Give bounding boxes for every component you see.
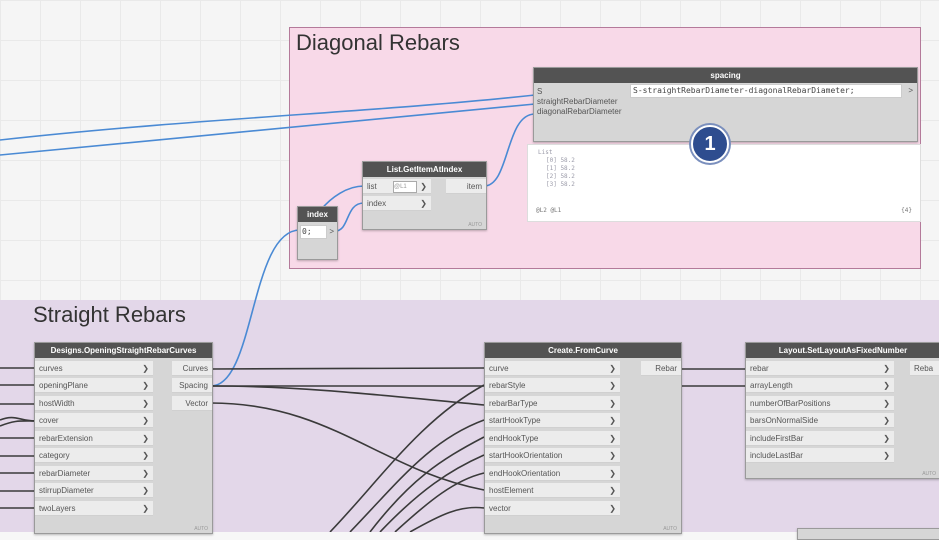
layout-input-include-first-bar[interactable]: includeFirstBar ❯	[746, 431, 894, 446]
get-item-list-label: list	[367, 182, 377, 191]
node-spacing[interactable]: spacing S straightRebarDiameter diagonal…	[533, 67, 918, 142]
preview-item-1: [1] 58.2	[546, 165, 575, 172]
node-partial-bottom[interactable]	[797, 528, 939, 540]
layout-input-include-last-bar[interactable]: includeLastBar ❯	[746, 448, 894, 463]
preview-levels: @L2 @L1	[536, 207, 562, 214]
node-spacing-title: spacing	[534, 68, 917, 83]
spacing-input-diagonal[interactable]: diagonalRebarDiameter	[537, 104, 622, 119]
wire-to-spacing-straight	[0, 103, 536, 156]
chevron-right-icon: ❯	[883, 451, 890, 460]
get-item-input-index[interactable]: index ❯	[363, 196, 431, 211]
index-code-editor[interactable]: 0;	[300, 225, 327, 239]
chevron-right-icon: ❯	[142, 469, 149, 478]
node-set-layout-fixed-number[interactable]: Layout.SetLayoutAsFixedNumber rebar ❯ arr…	[745, 342, 939, 479]
get-item-title: List.GetItemAtIndex	[363, 162, 486, 177]
chevron-right-icon: ❯	[420, 199, 427, 208]
from-curve-output-rebar[interactable]: Rebar	[641, 361, 681, 376]
from-curve-footer: AUTO	[663, 526, 677, 532]
layout-input-rebar[interactable]: rebar ❯	[746, 361, 894, 376]
chevron-right-icon: ❯	[609, 504, 616, 513]
spacing-output-arrow[interactable]: >	[908, 83, 913, 98]
chevron-right-icon: ❯	[609, 381, 616, 390]
curves-node-title: Designs.OpeningStraightRebarCurves	[35, 343, 212, 358]
step-badge: 1	[691, 125, 729, 163]
curves-output-spacing[interactable]: Spacing	[172, 378, 212, 393]
chevron-right-icon: ❯	[609, 486, 616, 495]
wire-to-spacing-s	[0, 94, 536, 141]
chevron-right-icon: ❯	[420, 182, 427, 191]
node-create-from-curve[interactable]: Create.FromCurve curve ❯ rebarStyle ❯ reba…	[484, 342, 682, 534]
layout-input-array-length[interactable]: arrayLength ❯	[746, 378, 894, 393]
get-item-index-label: index	[367, 199, 387, 208]
chevron-right-icon: ❯	[142, 364, 149, 373]
get-item-input-list[interactable]: list @L1 ❯	[363, 179, 431, 194]
chevron-right-icon: ❯	[883, 364, 890, 373]
index-output-arrow[interactable]: >	[329, 224, 334, 239]
from-curve-input-start-hook-type[interactable]: startHookType ❯	[485, 413, 620, 428]
preview-item-3: [3] 58.2	[546, 181, 575, 188]
node-index[interactable]: index 0; >	[297, 206, 338, 260]
chevron-right-icon: ❯	[142, 434, 149, 443]
chevron-right-icon: ❯	[609, 399, 616, 408]
chevron-right-icon: ❯	[142, 381, 149, 390]
curves-input-cover[interactable]: cover ❯	[35, 413, 153, 428]
node-opening-straight-rebar-curves[interactable]: Designs.OpeningStraightRebarCurves curve…	[34, 342, 213, 534]
from-curve-input-rebar-bar-type[interactable]: rebarBarType ❯	[485, 396, 620, 411]
preview-list-label: List	[538, 149, 553, 156]
from-curve-input-end-hook-type[interactable]: endHookType ❯	[485, 431, 620, 446]
chevron-right-icon: ❯	[883, 399, 890, 408]
chevron-right-icon: ❯	[609, 364, 616, 373]
chevron-right-icon: ❯	[142, 486, 149, 495]
chevron-right-icon: ❯	[609, 416, 616, 425]
from-curve-input-vector[interactable]: vector ❯	[485, 501, 620, 516]
curves-input-category[interactable]: category ❯	[35, 448, 153, 463]
from-curve-title: Create.FromCurve	[485, 343, 681, 358]
curves-input-opening-plane[interactable]: openingPlane ❯	[35, 378, 153, 393]
curves-input-two-layers[interactable]: twoLayers ❯	[35, 501, 153, 516]
from-curve-input-rebar-style[interactable]: rebarStyle ❯	[485, 378, 620, 393]
layout-footer: AUTO	[922, 471, 936, 477]
get-item-footer: AUTO	[468, 222, 482, 228]
layout-output-rebar[interactable]: Reba	[910, 361, 939, 376]
chevron-right-icon: ❯	[883, 416, 890, 425]
curves-input-stirrup-diameter[interactable]: stirrupDiameter ❯	[35, 483, 153, 498]
spacing-code-editor[interactable]: S-straightRebarDiameter-diagonalRebarDia…	[630, 84, 902, 98]
layout-input-number-of-bar-positions[interactable]: numberOfBarPositions ❯	[746, 396, 894, 411]
chevron-right-icon: ❯	[609, 469, 616, 478]
curves-node-footer: AUTO	[194, 526, 208, 532]
layout-input-bars-on-normal-side[interactable]: barsOnNormalSide ❯	[746, 413, 894, 428]
preview-count: {4}	[901, 207, 912, 214]
wire-spacing-to-list	[210, 229, 301, 387]
curves-input-rebar-diameter[interactable]: rebarDiameter ❯	[35, 466, 153, 481]
list-level-field[interactable]: @L1	[393, 181, 417, 193]
layout-title: Layout.SetLayoutAsFixedNumber	[746, 343, 939, 358]
chevron-right-icon: ❯	[883, 434, 890, 443]
chevron-right-icon: ❯	[883, 381, 890, 390]
get-item-output-item[interactable]: item	[446, 179, 486, 194]
curves-output-curves[interactable]: Curves	[172, 361, 212, 376]
chevron-right-icon: ❯	[142, 416, 149, 425]
chevron-right-icon: ❯	[609, 451, 616, 460]
chevron-right-icon: ❯	[609, 434, 616, 443]
chevron-right-icon: ❯	[142, 504, 149, 513]
curves-input-curves[interactable]: curves ❯	[35, 361, 153, 376]
curves-input-rebar-extension[interactable]: rebarExtension ❯	[35, 431, 153, 446]
curves-output-vector[interactable]: Vector	[172, 396, 212, 411]
preview-item-2: [2] 58.2	[546, 173, 575, 180]
wire-index-to-index	[334, 202, 365, 232]
chevron-right-icon: ❯	[142, 451, 149, 460]
chevron-right-icon: ❯	[142, 399, 149, 408]
from-curve-input-curve[interactable]: curve ❯	[485, 361, 620, 376]
from-curve-input-start-hook-orientation[interactable]: startHookOrientation ❯	[485, 448, 620, 463]
curves-input-host-width[interactable]: hostWidth ❯	[35, 396, 153, 411]
preview-item-0: [0] 58.2	[546, 157, 575, 164]
from-curve-input-host-element[interactable]: hostElement ❯	[485, 483, 620, 498]
from-curve-input-end-hook-orientation[interactable]: endHookOrientation ❯	[485, 466, 620, 481]
index-title: index	[298, 207, 337, 222]
node-get-item-at-index[interactable]: List.GetItemAtIndex list @L1 ❯ index ❯ i…	[362, 161, 487, 230]
